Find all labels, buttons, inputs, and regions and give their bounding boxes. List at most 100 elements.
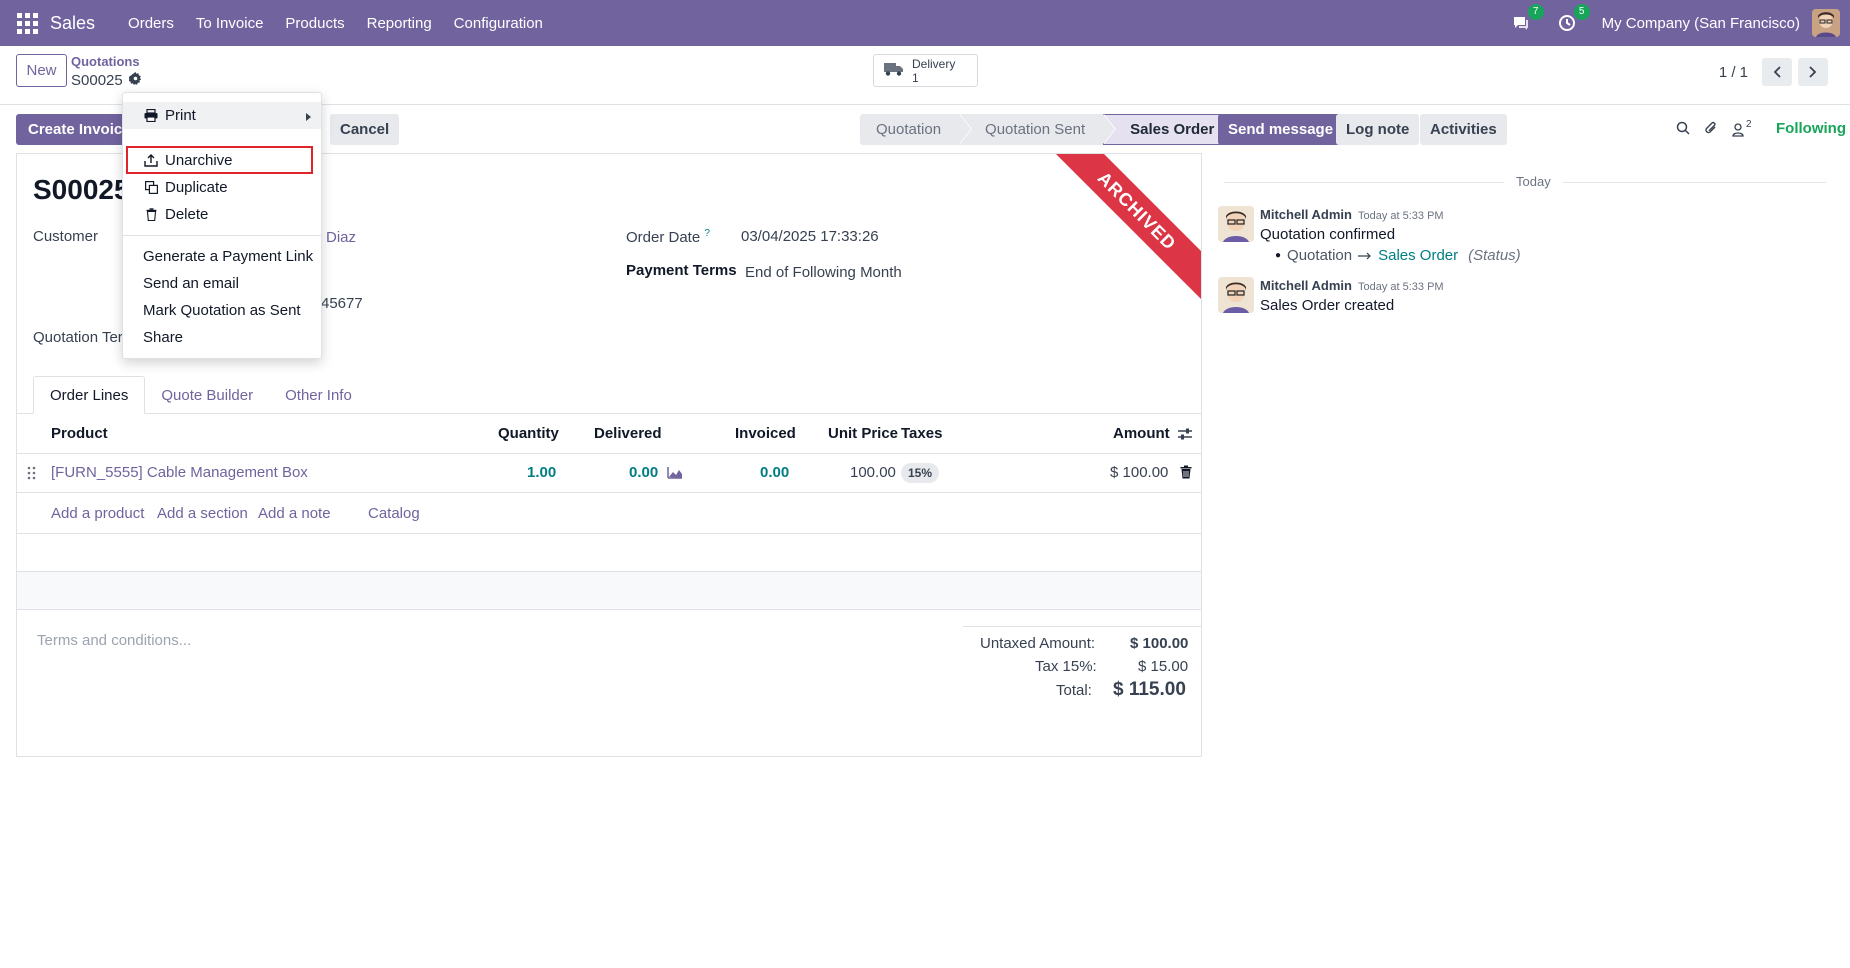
message-time: Today at 5:33 PM [1357,210,1444,222]
pager-value[interactable]: 1 / 1 [1719,64,1748,81]
help-icon[interactable]: ? [704,228,710,239]
avatar[interactable] [1218,206,1254,242]
paperclip-icon[interactable] [1704,120,1718,140]
delete-line-icon[interactable] [1180,465,1192,483]
generate-payment-link-menu-item[interactable]: Generate a Payment Link [123,243,321,270]
col-quantity[interactable]: Quantity [498,425,559,442]
submenu-caret-icon [306,113,311,121]
tax-value: $ 15.00 [1138,658,1189,675]
menu-configuration[interactable]: Configuration [443,15,554,32]
pager-previous-icon[interactable] [1762,58,1792,86]
totals-divider [963,626,1201,627]
breadcrumb-current-label: S00025 [71,72,123,89]
app-name[interactable]: Sales [50,13,95,34]
pager: 1 / 1 [1719,58,1828,86]
arrow-right-icon [1358,247,1372,264]
col-unit-price[interactable]: Unit Price [828,425,898,442]
untaxed-label: Untaxed Amount: [980,635,1096,652]
copy-icon [143,180,159,196]
order-date-value[interactable]: 03/04/2025 17:33:26 [741,228,879,245]
apps-menu-icon[interactable] [16,12,38,34]
col-invoiced[interactable]: Invoiced [735,425,796,442]
truck-icon [884,62,904,80]
mark-as-sent-menu-item[interactable]: Mark Quotation as Sent [123,297,321,324]
day-label: Today [1504,174,1563,189]
new-button[interactable]: New [16,54,67,87]
activities-button[interactable]: Activities [1420,114,1507,145]
add-note-link[interactable]: Add a note [258,505,331,522]
forecast-graph-icon[interactable] [667,466,683,483]
share-menu-item[interactable]: Share [123,324,321,351]
line-unit-price[interactable]: 100.00 [850,464,896,481]
followers-icon[interactable]: 2 [1732,119,1752,137]
menu-divider [123,235,321,236]
delivery-smart-button[interactable]: Delivery 1 [873,54,978,87]
menu-to-invoice[interactable]: To Invoice [185,15,275,32]
send-message-button[interactable]: Send message [1218,114,1344,145]
customer-address-fragment: 45677 [321,295,363,312]
notebook-tabs: Order Lines Quote Builder Other Info [33,376,368,414]
company-switcher[interactable]: My Company (San Francisco) [1602,15,1800,32]
message-time: Today at 5:33 PM [1357,281,1444,293]
col-amount[interactable]: Amount [1113,425,1170,442]
order-lines-header: Product Quantity Delivered Invoiced Unit… [17,414,1201,454]
following-button[interactable]: Following [1776,120,1846,137]
payment-terms-label: Payment Terms [626,262,737,279]
stage-quotation[interactable]: Quotation [860,114,973,145]
tax-badge[interactable]: 15% [901,463,940,483]
menu-products[interactable]: Products [274,15,355,32]
add-product-link[interactable]: Add a product [51,505,144,522]
untaxed-value: $ 100.00 [1130,635,1189,652]
drag-handle-icon[interactable] [27,466,37,484]
menu-reporting[interactable]: Reporting [356,15,443,32]
col-product[interactable]: Product [51,425,108,442]
print-menu-item[interactable]: Print [123,102,321,129]
archived-ribbon: ARCHIVED [1040,154,1201,308]
table-row[interactable]: [FURN_5555] Cable Management Box 1.00 0.… [17,454,1201,493]
top-navbar: Sales Orders To Invoice Products Reporti… [0,0,1850,46]
tab-other-info[interactable]: Other Info [269,376,368,414]
customer-value[interactable]: Diaz [326,229,356,246]
add-section-link[interactable]: Add a section [157,505,248,522]
line-delivered[interactable]: 0.00 [629,464,658,481]
activities-clock-icon[interactable]: 5 [1556,4,1590,34]
delete-menu-item[interactable]: Delete [123,201,321,228]
chatter-topbar-icons: 2 [1676,119,1752,140]
stage-sales-order[interactable]: Sales Order [1103,114,1234,145]
avatar[interactable] [1218,277,1254,313]
messages-badge: 7 [1527,4,1544,20]
col-delivered[interactable]: Delivered [594,425,662,442]
messages-icon[interactable]: 7 [1510,4,1544,34]
optional-columns-icon[interactable] [1177,427,1193,445]
tab-order-lines[interactable]: Order Lines [33,376,146,414]
col-taxes[interactable]: Taxes [901,425,942,442]
terms-and-conditions-field[interactable]: Terms and conditions... [37,632,191,649]
tracking-field: (Status) [1468,247,1521,264]
breadcrumb-current: S00025 [71,72,142,89]
tab-quote-builder[interactable]: Quote Builder [145,376,269,414]
cancel-button[interactable]: Cancel [330,114,400,145]
line-amount: $ 100.00 [1110,464,1169,481]
breadcrumb-quotations[interactable]: Quotations [71,54,140,69]
duplicate-menu-item[interactable]: Duplicate [123,174,321,201]
send-email-menu-item[interactable]: Send an email [123,270,321,297]
pager-next-icon[interactable] [1798,58,1828,86]
line-product[interactable]: [FURN_5555] Cable Management Box [51,464,308,481]
quotation-template-label: Quotation Ter [33,329,123,346]
line-quantity[interactable]: 1.00 [527,464,556,481]
empty-row [17,572,1201,610]
activities-badge: 5 [1573,4,1590,20]
tax-label: Tax 15%: [1035,658,1097,675]
line-invoiced[interactable]: 0.00 [760,464,789,481]
payment-terms-value[interactable]: End of Following Month [745,264,902,281]
user-avatar[interactable] [1812,9,1840,37]
delivery-label: Delivery [912,56,956,71]
tracking-change: ● Quotation Sales Order (Status) [1275,247,1521,264]
search-icon[interactable] [1676,121,1690,139]
gear-icon[interactable] [127,72,142,89]
menu-orders[interactable]: Orders [117,15,185,32]
catalog-link[interactable]: Catalog [368,505,420,522]
main-menu: Orders To Invoice Products Reporting Con… [117,15,554,32]
log-note-button[interactable]: Log note [1336,114,1420,145]
stage-quotation-sent[interactable]: Quotation Sent [959,114,1117,145]
